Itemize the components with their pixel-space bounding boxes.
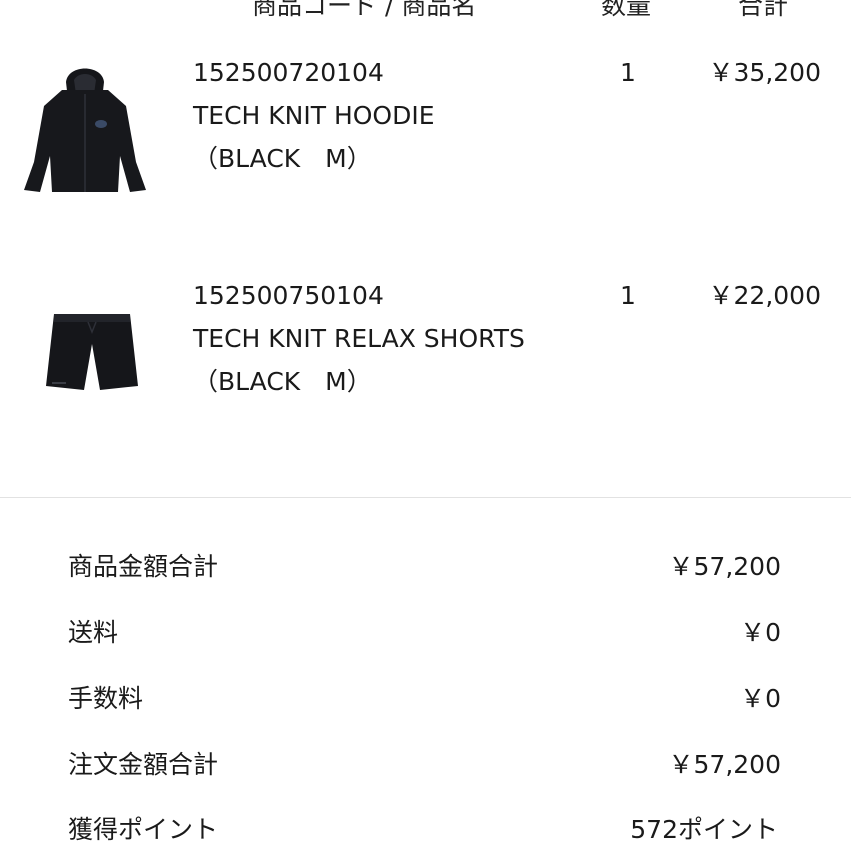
summary-value: 572ポイント	[630, 815, 778, 844]
item-variant: （BLACK M）	[193, 367, 372, 396]
hoodie-icon	[24, 68, 146, 192]
summary-value: ￥0	[740, 684, 781, 713]
item-price: ￥22,000	[708, 281, 821, 310]
item-variant: （BLACK M）	[193, 144, 372, 173]
summary-label: 送料	[68, 618, 119, 647]
divider	[0, 497, 851, 498]
item-name[interactable]: TECH KNIT HOODIE	[193, 101, 435, 131]
summary-label: 注文金額合計	[68, 750, 219, 779]
summary-value: ￥57,200	[668, 750, 781, 779]
summary-value: ￥0	[740, 618, 781, 647]
item-quantity: 1	[620, 281, 636, 310]
summary-label: 獲得ポイント	[68, 815, 219, 844]
column-header-total: 合計	[738, 0, 789, 20]
item-quantity: 1	[620, 58, 636, 87]
summary-label: 手数料	[68, 684, 144, 713]
column-header-code-name: 商品コード / 商品名	[252, 0, 477, 20]
summary-value: ￥57,200	[668, 552, 781, 581]
column-header-quantity: 数量	[601, 0, 652, 20]
item-name[interactable]: TECH KNIT RELAX SHORTS	[193, 324, 525, 354]
summary-panel	[0, 498, 851, 851]
summary-label: 商品金額合計	[68, 552, 219, 581]
item-price: ￥35,200	[708, 58, 821, 87]
shorts-icon	[46, 314, 138, 390]
item-code: 152500750104	[193, 281, 384, 310]
item-code: 152500720104	[193, 58, 384, 87]
